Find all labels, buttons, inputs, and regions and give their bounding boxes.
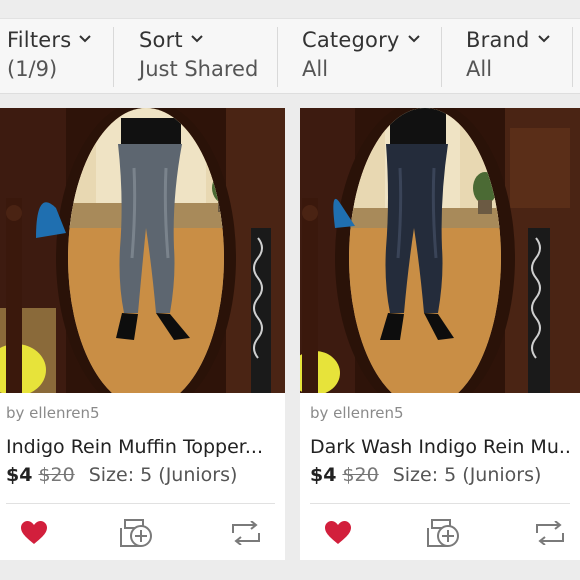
filters-dropdown[interactable]: Filters (1/9) bbox=[7, 19, 92, 95]
share-button[interactable] bbox=[530, 513, 570, 553]
filters-value: (1/9) bbox=[7, 57, 58, 81]
card-divider bbox=[6, 503, 275, 504]
chevron-down-icon bbox=[191, 35, 203, 43]
listing-grid: by ellenren5 Indigo Rein Muffin Topper..… bbox=[0, 94, 580, 580]
listing-size: Size: 5 (Juniors) bbox=[392, 464, 542, 486]
seller-name[interactable]: by ellenren5 bbox=[310, 404, 570, 422]
like-button[interactable] bbox=[14, 513, 54, 553]
seller-name[interactable]: by ellenren5 bbox=[6, 404, 275, 422]
listing-size: Size: 5 (Juniors) bbox=[88, 464, 238, 486]
sort-label: Sort bbox=[139, 28, 183, 52]
card-divider bbox=[310, 503, 570, 504]
listing-price: $4 bbox=[310, 464, 337, 486]
heart-icon bbox=[21, 521, 47, 544]
original-price: $20 bbox=[38, 464, 75, 486]
heart-icon bbox=[325, 521, 351, 544]
sort-value: Just Shared bbox=[139, 57, 259, 81]
original-price: $20 bbox=[342, 464, 379, 486]
sort-dropdown[interactable]: Sort Just Shared bbox=[139, 19, 258, 95]
share-icon bbox=[232, 521, 260, 545]
listing-photo[interactable] bbox=[0, 108, 285, 393]
add-to-bundle-icon bbox=[120, 519, 152, 547]
brand-value: All bbox=[466, 57, 493, 81]
add-to-bundle-button[interactable] bbox=[424, 513, 464, 553]
share-icon bbox=[536, 521, 564, 545]
category-label: Category bbox=[302, 28, 400, 52]
status-area bbox=[0, 0, 580, 18]
chevron-down-icon bbox=[79, 35, 92, 43]
filter-divider bbox=[113, 27, 114, 87]
add-to-bundle-button[interactable] bbox=[117, 513, 157, 553]
filter-divider bbox=[572, 27, 573, 87]
category-dropdown[interactable]: Category All bbox=[302, 19, 421, 95]
listing-title[interactable]: Dark Wash Indigo Rein Mu... bbox=[310, 436, 570, 458]
filter-divider bbox=[441, 27, 442, 87]
brand-dropdown[interactable]: Brand All bbox=[466, 19, 551, 95]
listing-photo[interactable] bbox=[300, 108, 580, 393]
filter-bar: Filters (1/9) Sort Just Shared Category … bbox=[0, 18, 580, 94]
listing-card[interactable]: by ellenren5 Indigo Rein Muffin Topper..… bbox=[0, 108, 285, 560]
listing-card[interactable]: by ellenren5 Dark Wash Indigo Rein Mu...… bbox=[300, 108, 580, 560]
filter-divider bbox=[277, 27, 278, 87]
card-actions bbox=[0, 513, 285, 553]
add-to-bundle-icon bbox=[427, 519, 459, 547]
like-button[interactable] bbox=[318, 513, 358, 553]
category-value: All bbox=[302, 57, 329, 81]
share-button[interactable] bbox=[226, 513, 266, 553]
chevron-down-icon bbox=[537, 35, 550, 43]
chevron-down-icon bbox=[407, 35, 420, 43]
card-actions bbox=[300, 513, 580, 553]
filters-label: Filters bbox=[7, 28, 72, 52]
listing-price: $4 bbox=[6, 464, 33, 486]
brand-label: Brand bbox=[466, 28, 530, 52]
listing-title[interactable]: Indigo Rein Muffin Topper... bbox=[6, 436, 275, 458]
